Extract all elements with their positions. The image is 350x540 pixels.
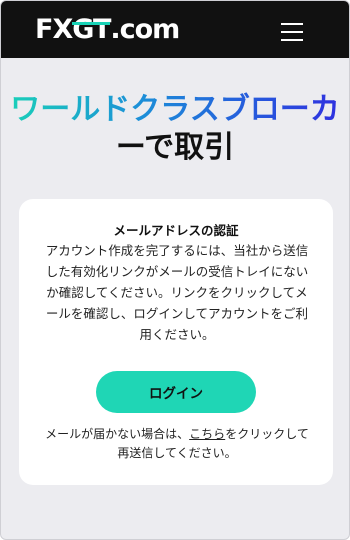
hero-line-2: ーで取引 [115,130,235,165]
logo-gt-text: GT [72,14,111,45]
login-button[interactable]: ログイン [96,371,256,413]
page-frame: FX GT .com ワールドクラスブローカ ーで取引 メールアドレスの認証 アカウ… [0,0,350,540]
card-body-text: アカウント作成を完了するには、当社から送信した有効化リンクがメールの受信トレイに… [45,243,309,342]
logo-fx-text: FX [35,14,73,45]
hero-heading: ワールドクラスブローカ ーで取引 [1,91,349,167]
fxgt-logo[interactable]: FX GT .com [35,14,180,45]
hamburger-menu-icon[interactable] [281,23,303,41]
card-title: メールアドレスの認証 [113,223,239,238]
top-navbar: FX GT .com [1,1,349,58]
resend-footnote: メールが届かない場合は、こちらをクリックして再送信してください。 [41,425,313,463]
footnote-before: メールが届かない場合は、 [45,427,190,441]
logo-domain-text: .com [110,14,180,45]
hero-line-1: ワールドクラスブローカ [1,91,349,129]
resend-link[interactable]: こちら [189,427,225,441]
email-verification-card: メールアドレスの認証 アカウント作成を完了するには、当社から送信した有効化リンク… [19,199,333,485]
logo-accent-bar [72,22,111,25]
